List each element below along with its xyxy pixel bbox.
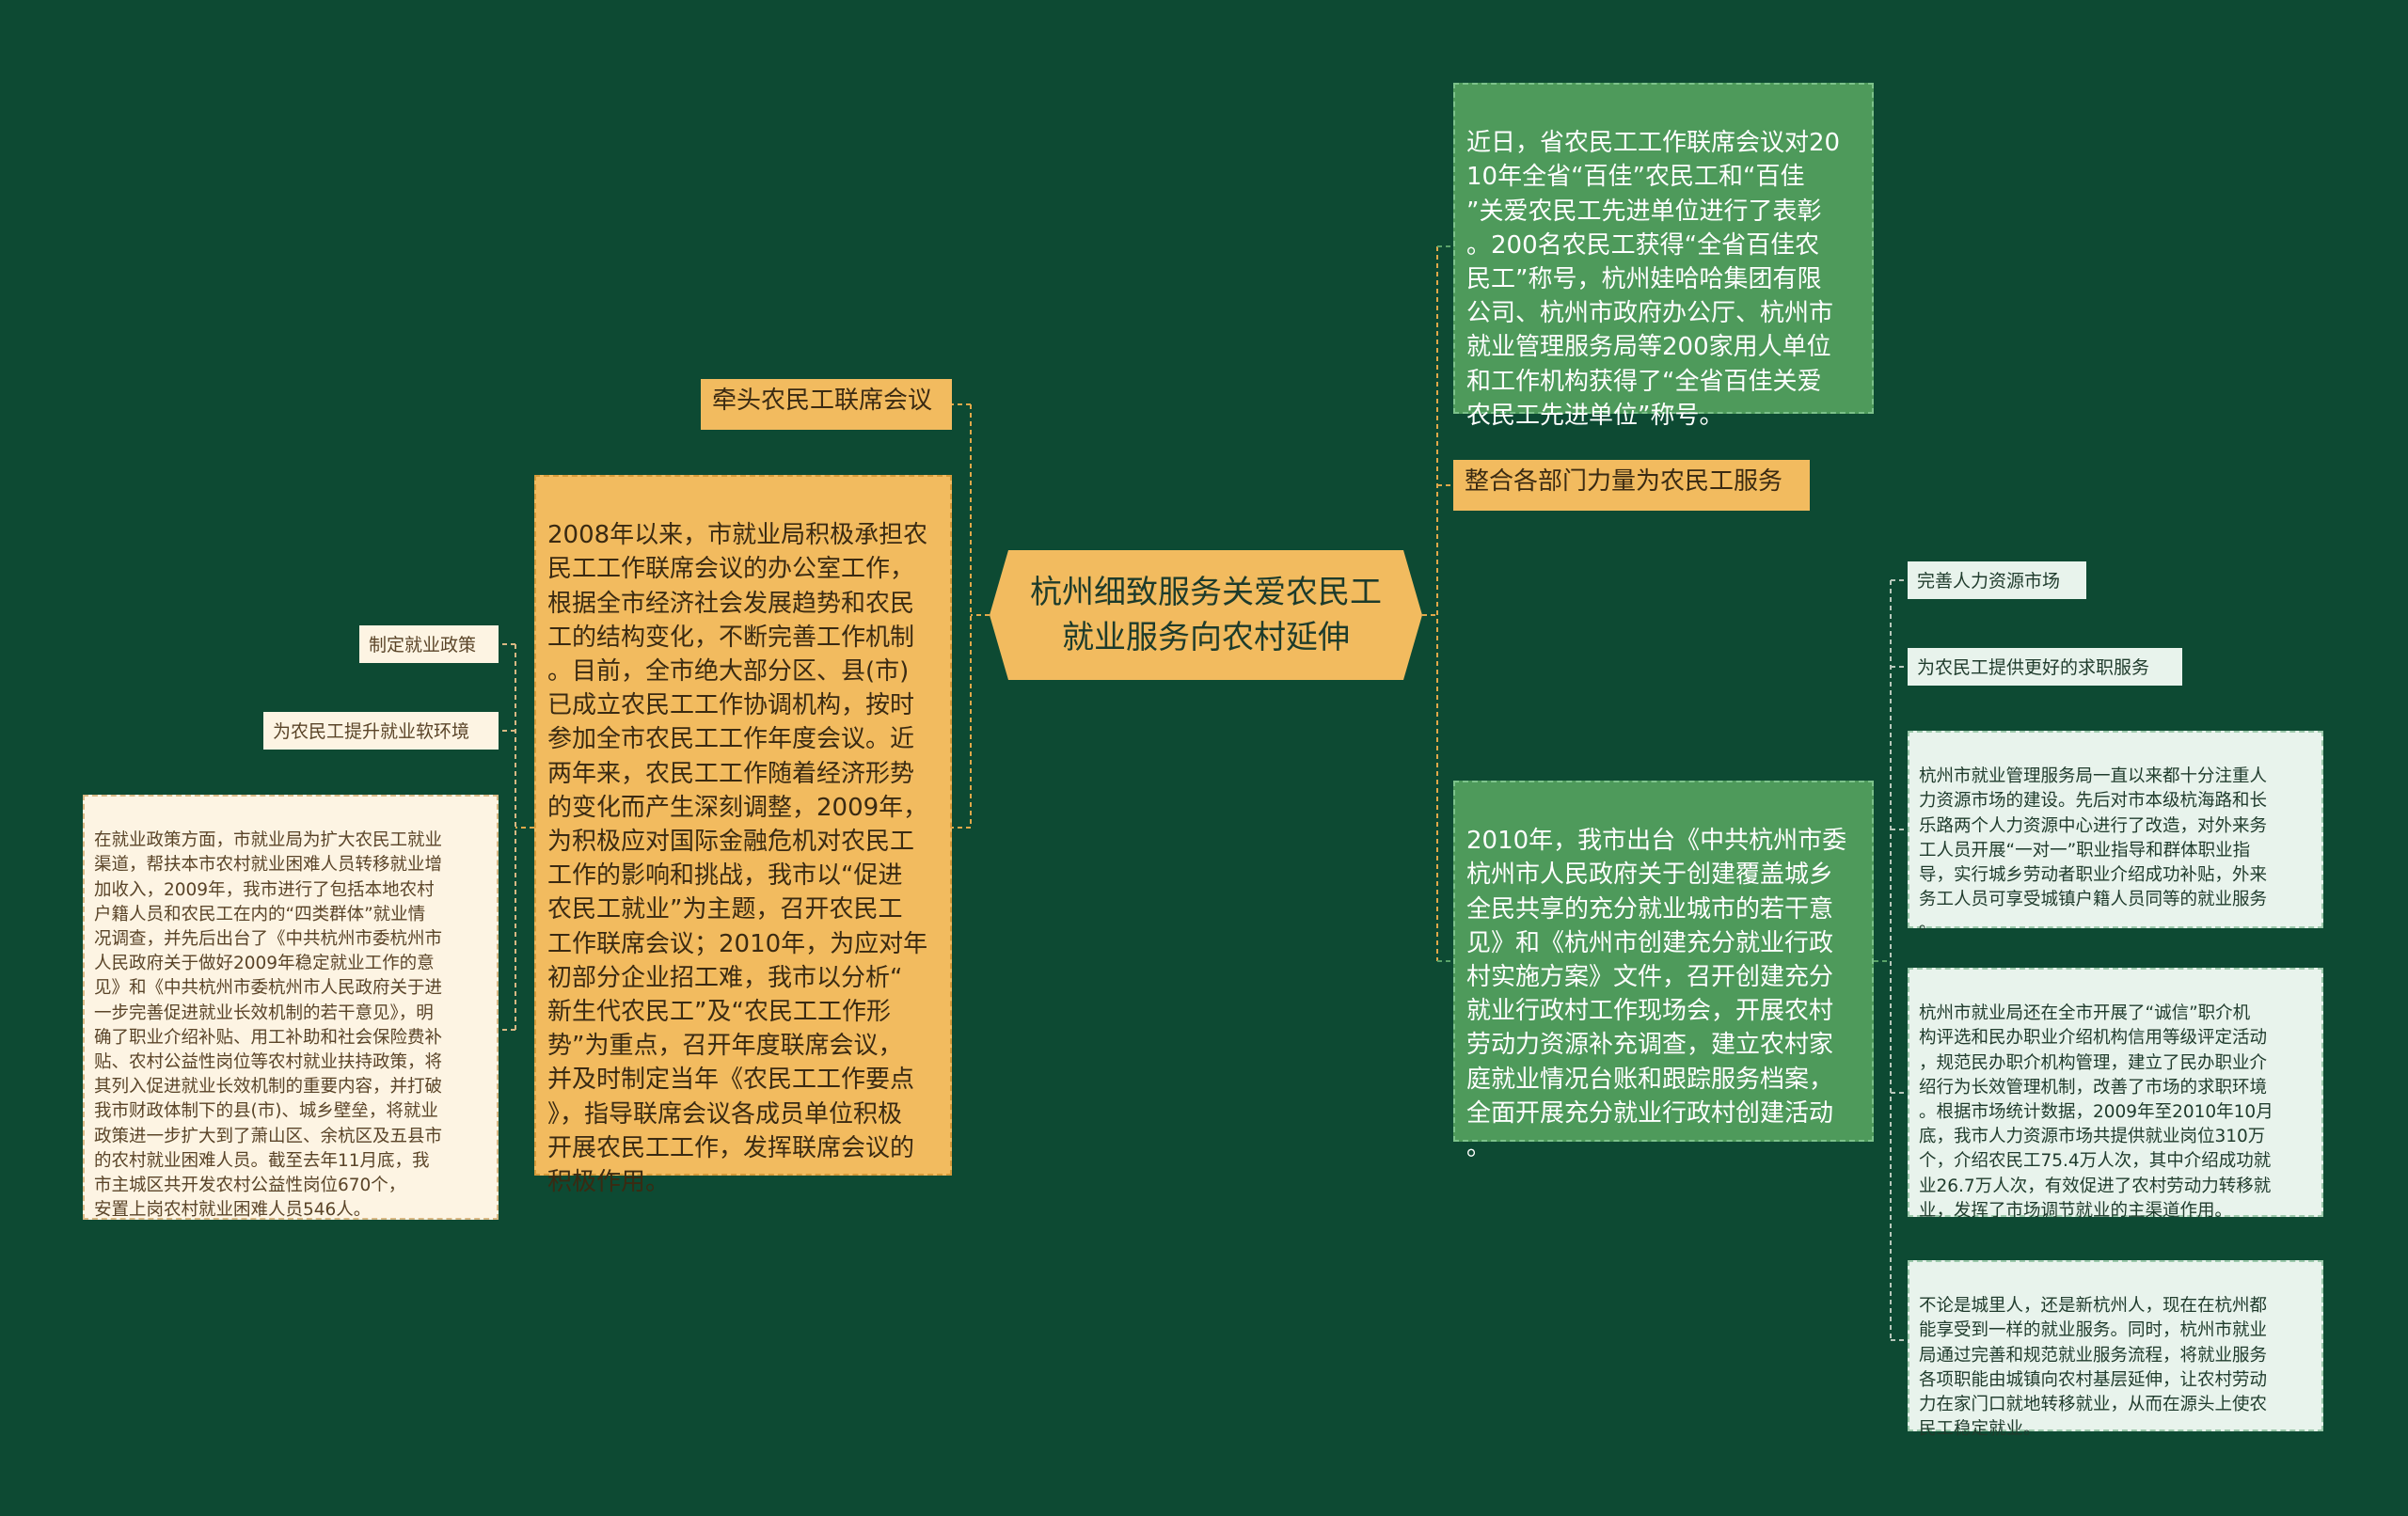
topic-policy-text: 在就业政策方面，市就业局为扩大农民工就业 渠道，帮扶本市农村就业困难人员转移就业… bbox=[94, 830, 443, 1221]
topic-award-text: 近日，省农民工工作联席会议对20 10年全省“百佳”农民工和“百佳 ”关爱农民工… bbox=[1466, 129, 1841, 430]
topic-soft-environment-label: 为农民工提升就业软环境 bbox=[273, 721, 470, 742]
topic-hr-market-detail[interactable]: 杭州市就业管理服务局一直以来都十分注重人 力资源市场的建设。先后对市本级杭海路和… bbox=[1908, 731, 2323, 934]
topic-lead-joint-meeting-detail[interactable]: 2008年以来，市就业局积极承担农 民工工作联席会议的办公室工作， 根据全市经济… bbox=[534, 475, 952, 1196]
topic-hr-market-text: 杭州市就业管理服务局一直以来都十分注重人 力资源市场的建设。先后对市本级杭海路和… bbox=[1919, 766, 2268, 935]
topic-job-service-label: 为农民工提供更好的求职服务 bbox=[1917, 657, 2150, 678]
topic-integrate-departments-label: 整合各部门力量为农民工服务 bbox=[1465, 467, 1783, 496]
topic-lead-joint-meeting-label: 牵头农民工联席会议 bbox=[712, 387, 933, 415]
topic-lead-joint-meeting[interactable]: 牵头农民工联席会议 bbox=[701, 379, 952, 430]
topic-credit-evaluation-detail[interactable]: 杭州市就业局还在全市开展了“诚信”职介机 构评选和民办职业介绍机构信用等级评定活… bbox=[1908, 968, 2323, 1221]
topic-policy-detail[interactable]: 在就业政策方面，市就业局为扩大农民工就业 渠道，帮扶本市农村就业困难人员转移就业… bbox=[83, 795, 499, 1220]
topic-hr-market[interactable]: 完善人力资源市场 bbox=[1908, 561, 2086, 599]
topic-integrate-departments[interactable]: 整合各部门力量为农民工服务 bbox=[1453, 460, 1810, 511]
mind-map-canvas: 杭州细致服务关爱农民工 就业服务向农村延伸 牵头农民工联席会议 2008年以来，… bbox=[0, 0, 2408, 1516]
topic-full-employment-text: 2010年，我市出台《中共杭州市委 杭州市人民政府关于创建覆盖城乡 全民共享的充… bbox=[1466, 827, 1847, 1162]
topic-job-service[interactable]: 为农民工提供更好的求职服务 bbox=[1908, 648, 2182, 686]
topic-hr-market-label: 完善人力资源市场 bbox=[1917, 571, 2061, 592]
topic-equal-service-detail[interactable]: 不论是城里人，还是新杭州人，现在在杭州都 能享受到一样的就业服务。同时，杭州市就… bbox=[1908, 1260, 2323, 1439]
topic-policy-label: 制定就业政策 bbox=[369, 635, 477, 655]
topic-soft-environment[interactable]: 为农民工提升就业软环境 bbox=[263, 712, 499, 750]
topic-equal-service-text: 不论是城里人，还是新杭州人，现在在杭州都 能享受到一样的就业服务。同时，杭州市就… bbox=[1919, 1296, 2268, 1440]
topic-lead-joint-meeting-text: 2008年以来，市就业局积极承担农 民工工作联席会议的办公室工作， 根据全市经济… bbox=[547, 521, 928, 1197]
topic-award-detail[interactable]: 近日，省农民工工作联席会议对20 10年全省“百佳”农民工和“百佳 ”关爱农民工… bbox=[1453, 83, 1874, 430]
central-topic[interactable]: 杭州细致服务关爱农民工 就业服务向农村延伸 bbox=[990, 550, 1422, 680]
topic-credit-evaluation-text: 杭州市就业局还在全市开展了“诚信”职介机 构评选和民办职业介绍机构信用等级评定活… bbox=[1919, 1003, 2273, 1221]
topic-full-employment-detail[interactable]: 2010年，我市出台《中共杭州市委 杭州市人民政府关于创建覆盖城乡 全民共享的充… bbox=[1453, 781, 1874, 1161]
central-topic-title: 杭州细致服务关爱农民工 就业服务向农村延伸 bbox=[1030, 574, 1382, 656]
topic-policy[interactable]: 制定就业政策 bbox=[359, 625, 499, 663]
